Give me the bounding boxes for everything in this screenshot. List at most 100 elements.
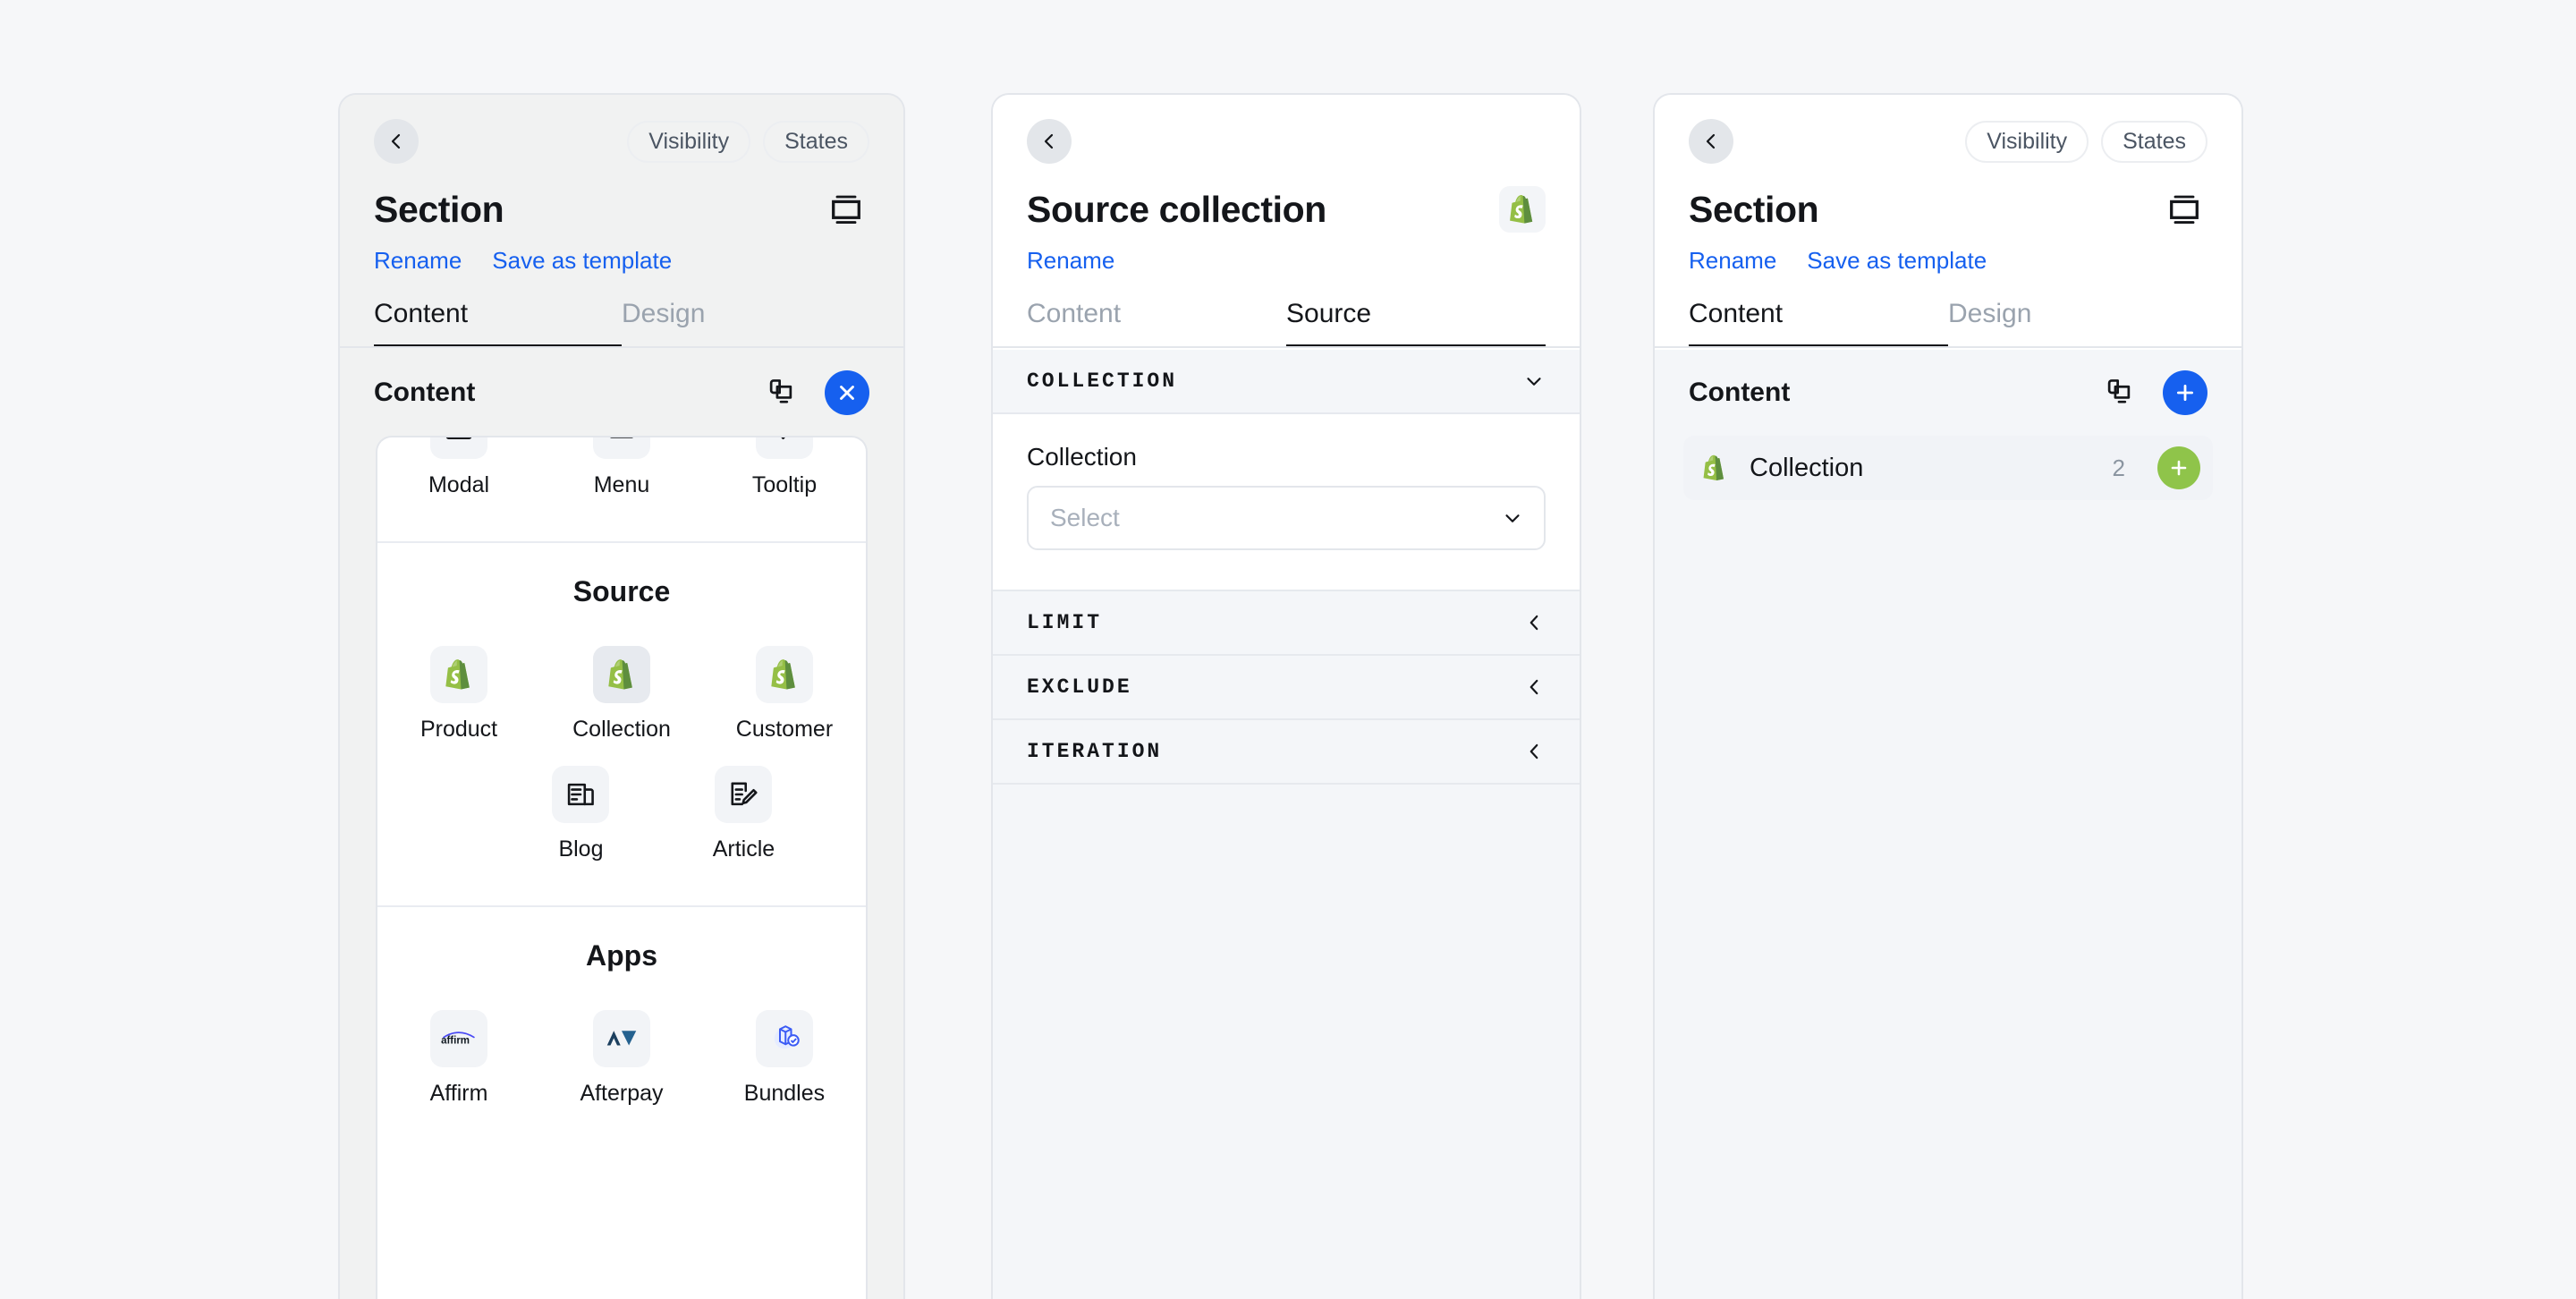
layers-icon[interactable] [2098,372,2140,413]
shopify-bag-icon [430,646,488,703]
section-layout-icon[interactable] [2161,186,2207,233]
article-edit-icon [715,766,773,823]
picker-item-product[interactable]: Product [377,635,540,755]
tooltip-icon [755,437,813,459]
back-button[interactable] [1689,119,1733,164]
panel3-header-top: Visibility States [1689,118,2207,165]
picker-item-affirm[interactable]: affirm Affirm [377,999,540,1119]
apps-grid: affirm Affirm Afterpay Bundles [377,999,866,1119]
panel3-body: Content Collection 2 [1655,350,2241,500]
picker-item-label: Customer [735,717,834,742]
menu-icon [593,437,650,459]
list-item[interactable]: Collection 2 [1683,436,2213,500]
back-button[interactable] [1027,119,1072,164]
accordion-limit[interactable]: LIMIT [993,591,1580,656]
collection-select-value: Select [1050,504,1120,531]
tab-source[interactable]: Source [1286,299,1546,348]
partial-row-grid: Modal Menu Tooltip [377,437,866,511]
flyout-section-apps: Apps affirm Affirm Afterpay Bundles [377,907,866,1150]
picker-item-afterpay[interactable]: Afterpay [540,999,703,1119]
picker-item-label: Modal [428,472,490,497]
panel3-header: Visibility States Section Rename Save as… [1655,95,2241,350]
source-grid: Product Collection Customer Blog Article [377,635,866,875]
flyout-section-source: Source Product Collection Customer Blog … [377,543,866,907]
panel1-header-top: Visibility States [374,118,869,165]
flyout-section-partial: Modal Menu Tooltip [377,437,866,543]
blog-icon [552,766,610,823]
picker-item-label: Menu [593,472,650,497]
content-toolbar: Content [1655,350,2241,436]
picker-item-label: Bundles [743,1081,826,1106]
chevron-down-icon [1522,369,1546,393]
panel-source-collection: Source collection Rename Content Source … [991,93,1581,1299]
picker-item-label: Tooltip [751,472,818,497]
panel3-pills: Visibility States [1965,120,2207,163]
screen: Visibility States Section Rename Save as… [0,0,2576,1299]
section-layout-icon[interactable] [823,186,869,233]
tab-content[interactable]: Content [1027,299,1286,348]
panel1-tabs: Content Design [374,299,869,348]
chevron-left-icon [1522,611,1546,634]
panel1-body: Content Modal Menu Tooltip Source Produc… [340,350,903,1299]
back-button[interactable] [374,119,419,164]
picker-item-label: Blog [558,836,604,862]
tab-divider [340,346,903,348]
panel-section-result: Visibility States Section Rename Save as… [1653,93,2243,1299]
picker-item-bundles[interactable]: Bundles [703,999,866,1119]
rename-link[interactable]: Rename [1689,249,1776,272]
page-title: Section [374,188,504,230]
visibility-pill[interactable]: Visibility [627,120,751,163]
save-as-template-link[interactable]: Save as template [1807,249,1987,272]
picker-item-blog[interactable]: Blog [500,755,663,875]
accordion-collection[interactable]: COLLECTION [993,350,1580,414]
picker-item-menu[interactable]: Menu [540,437,703,511]
content-label: Content [1689,378,1791,407]
flyout-section-title: Source [572,575,671,607]
accordion-exclude[interactable]: EXCLUDE [993,656,1580,720]
affirm-logo-icon: affirm [430,1010,488,1067]
picker-item-label: Product [419,717,498,742]
visibility-pill[interactable]: Visibility [1965,120,2089,163]
accordion-iteration[interactable]: ITERATION [993,720,1580,785]
tab-design[interactable]: Design [1948,299,2207,348]
panel2-tabs: Content Source [1027,299,1546,348]
tab-divider [1655,346,2241,348]
page-title: Section [1689,188,1819,230]
picker-item-label: Afterpay [580,1081,664,1106]
panel3-title-row: Section [1689,184,2207,234]
close-icon[interactable] [825,370,869,415]
panel2-header: Source collection Rename Content Source [993,95,1580,350]
plus-icon[interactable] [2163,370,2207,415]
picker-item-label: Collection [572,717,671,742]
states-pill[interactable]: States [763,120,869,163]
panel1-pills: Visibility States [627,120,869,163]
content-toolbar-actions [760,370,869,415]
flyout-section-title: Apps [586,939,657,972]
states-pill[interactable]: States [2101,120,2207,163]
chevron-down-icon [1501,506,1524,530]
panel2-title-row: Source collection [1027,184,1546,234]
tab-content[interactable]: Content [1689,299,1948,348]
picker-item-article[interactable]: Article [662,755,825,875]
bundles-logo-icon [755,1010,813,1067]
picker-item-collection[interactable]: Collection [540,635,703,755]
save-as-template-link[interactable]: Save as template [492,249,672,272]
chevron-left-icon [1522,675,1546,699]
accordion-title: EXCLUDE [1027,675,1132,699]
chevron-left-icon [1700,131,1722,152]
rename-link[interactable]: Rename [374,249,462,272]
accordion-title: COLLECTION [1027,369,1178,393]
picker-item-customer[interactable]: Customer [703,635,866,755]
picker-item-modal[interactable]: Modal [377,437,540,511]
tab-design[interactable]: Design [622,299,869,348]
chevron-left-icon [1522,740,1546,763]
shopify-bag-icon [1699,453,1730,483]
tab-content[interactable]: Content [374,299,622,348]
panel3-links: Rename Save as template [1689,249,2207,272]
plus-icon[interactable] [2157,446,2200,489]
tab-divider [993,346,1580,348]
rename-link[interactable]: Rename [1027,249,1114,272]
picker-item-tooltip[interactable]: Tooltip [703,437,866,511]
layers-icon[interactable] [760,372,801,413]
collection-select[interactable]: Select [1027,486,1546,550]
